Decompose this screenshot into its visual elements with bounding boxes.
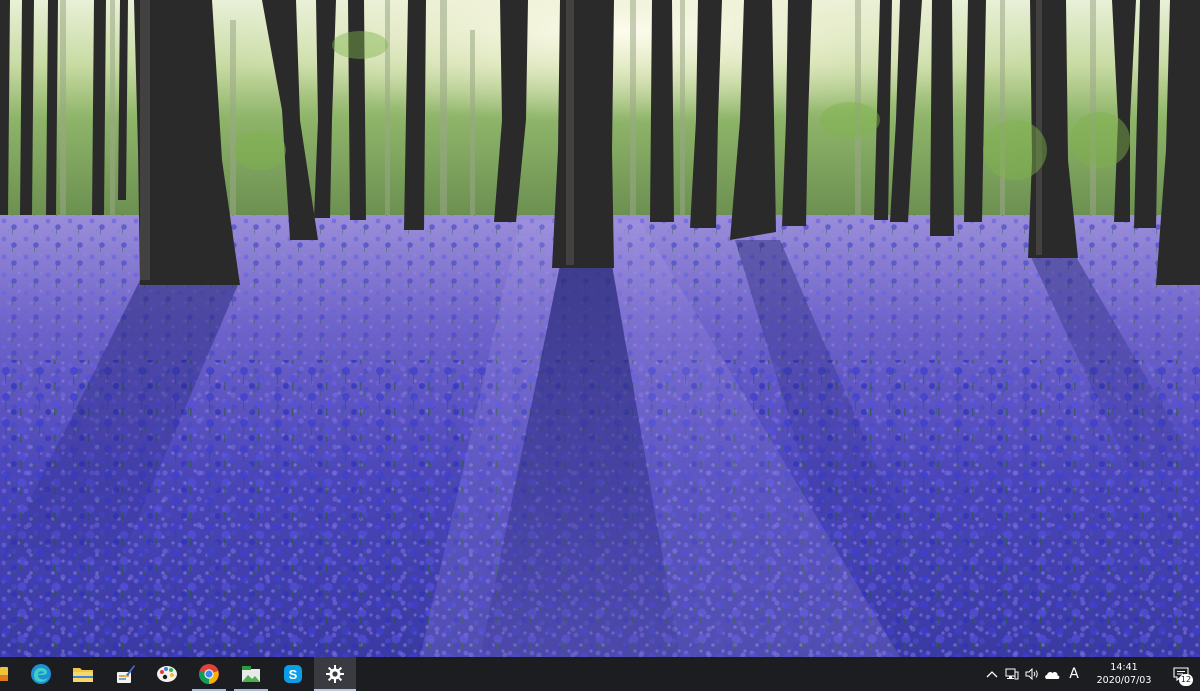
clock-date: 2020/07/03	[1096, 675, 1152, 686]
image-app-icon	[242, 666, 260, 682]
clock-time: 14:41	[1110, 662, 1138, 673]
network-button[interactable]	[1002, 657, 1022, 691]
desktop-wallpaper[interactable]	[0, 0, 1200, 657]
notification-count-badge: 12	[1179, 674, 1193, 686]
edge-icon	[31, 664, 51, 684]
taskbar-app-screenshot[interactable]	[230, 657, 272, 691]
palette-icon	[157, 666, 177, 682]
taskbar-app-partial[interactable]	[0, 657, 20, 691]
volume-icon	[1025, 668, 1038, 680]
svg-text:S: S	[289, 667, 298, 682]
taskbar-pinned-apps: S	[0, 657, 356, 691]
network-icon	[1005, 668, 1019, 680]
folder-icon	[73, 668, 93, 682]
system-tray: A 14:41 2020/07/03 12	[982, 657, 1200, 691]
chevron-up-icon	[986, 671, 998, 678]
clock-button[interactable]: 14:41 2020/07/03	[1086, 657, 1162, 691]
chrome-icon	[199, 664, 219, 685]
bluebell-forest-wallpaper	[0, 0, 1200, 657]
taskbar-app-skype[interactable]: S	[272, 657, 314, 691]
desktop: S A 14:41 2020/07/03 12	[0, 0, 1200, 691]
taskbar-app-palette[interactable]	[146, 657, 188, 691]
taskbar: S A 14:41 2020/07/03 12	[0, 657, 1200, 691]
taskbar-app-paint[interactable]	[104, 657, 146, 691]
action-center-button[interactable]: 12	[1162, 657, 1200, 691]
skype-icon: S	[284, 665, 302, 683]
volume-button[interactable]	[1022, 657, 1042, 691]
onedrive-button[interactable]	[1042, 657, 1062, 691]
gear-icon	[326, 665, 344, 683]
onedrive-icon	[1045, 671, 1060, 679]
taskbar-app-settings[interactable]	[314, 657, 356, 691]
app-partial-icon	[0, 667, 8, 681]
ime-indicator[interactable]: A	[1062, 657, 1086, 691]
paintbrush-icon	[117, 665, 135, 683]
taskbar-empty-area[interactable]	[356, 657, 982, 691]
taskbar-app-chrome[interactable]	[188, 657, 230, 691]
taskbar-app-file-explorer[interactable]	[62, 657, 104, 691]
taskbar-app-edge[interactable]	[20, 657, 62, 691]
show-hidden-icons-button[interactable]	[982, 657, 1002, 691]
